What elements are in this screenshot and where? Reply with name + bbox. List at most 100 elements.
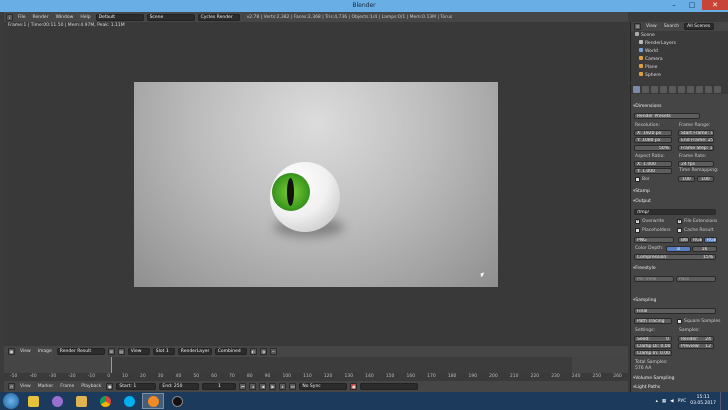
current-frame-field[interactable]: 1 (202, 383, 237, 390)
volume-sampling-section-header[interactable]: Volume Sampling (633, 375, 725, 382)
play-reverse-icon[interactable]: ◀ (259, 383, 267, 390)
taskbar-app[interactable] (166, 393, 188, 409)
outliner-item-scene[interactable]: Scene (635, 32, 655, 39)
overwrite-checkbox[interactable] (635, 218, 640, 224)
aspect-x-field[interactable]: X: 1.000 (634, 161, 672, 167)
taskbar-app[interactable] (70, 393, 92, 409)
close-button[interactable]: ✕ (702, 0, 728, 10)
network-icon[interactable]: ▦ (662, 399, 666, 404)
view-selector[interactable]: View (127, 348, 150, 355)
taskbar-app[interactable] (46, 393, 68, 409)
modifiers-tab-icon[interactable] (687, 85, 694, 93)
render-engine-selector[interactable]: Cycles Render (197, 13, 240, 21)
play-icon[interactable]: ▶ (269, 383, 277, 390)
output-path-field[interactable]: /tmp/ (634, 209, 716, 215)
auto-keying-icon[interactable]: ● (350, 383, 358, 390)
editor-type-icon[interactable]: ▣ (8, 348, 15, 355)
clamp-indirect-field[interactable]: Clamp In: 0.00 (634, 350, 672, 356)
freestyle-option-1[interactable]: Per View (634, 276, 674, 282)
outliner-item-renderlayers[interactable]: RenderLayers (639, 40, 676, 47)
show-desktop-button[interactable] (720, 392, 726, 410)
render-samples-field[interactable]: Render: 24 (678, 336, 714, 342)
placeholders-checkbox[interactable] (635, 228, 640, 233)
record-icon[interactable]: ● (106, 383, 114, 390)
render-pass-selector[interactable]: Combined (214, 348, 247, 355)
resolution-percent-field[interactable]: 50% (634, 145, 672, 151)
menu-view[interactable]: View (18, 349, 33, 354)
resolution-y-field[interactable]: Y: 1080 px (634, 137, 672, 143)
editor-type-icon[interactable]: i (6, 13, 13, 21)
remap-old-field[interactable]: 100 (678, 176, 695, 182)
jump-start-icon[interactable]: ⏮ (239, 383, 247, 390)
bw-toggle[interactable]: BW (678, 237, 689, 243)
minimize-button[interactable]: – (666, 0, 682, 10)
frame-step-field[interactable]: Frame Step: 1 (678, 145, 714, 151)
render-tab-icon[interactable] (633, 85, 640, 93)
stamp-section-header[interactable]: Stamp (633, 188, 725, 195)
display-channels-icon[interactable]: ◐ (249, 348, 257, 355)
render-layers-tab-icon[interactable] (642, 85, 649, 93)
prev-key-icon[interactable]: ◂ (249, 383, 257, 390)
layout-selector[interactable]: Default (95, 13, 144, 21)
next-key-icon[interactable]: ▸ (279, 383, 287, 390)
outliner-item-world[interactable]: World (639, 48, 658, 55)
editor-type-icon[interactable]: ☰ (634, 23, 641, 30)
menu-marker[interactable]: Marker (36, 384, 56, 389)
outliner-item-sphere[interactable]: Sphere (639, 72, 661, 79)
tray-arrow-icon[interactable]: ▴ (656, 399, 658, 404)
slot-selector[interactable]: Slot 1 (152, 348, 175, 355)
integrator-selector[interactable]: Path Tracing (634, 318, 672, 324)
menu-view[interactable]: View (644, 24, 659, 29)
image-selector[interactable]: Render Result (56, 348, 105, 355)
menu-view[interactable]: View (18, 384, 33, 389)
menu-playback[interactable]: Playback (79, 384, 103, 389)
material-tab-icon[interactable] (705, 85, 712, 93)
editor-type-icon[interactable]: ◷ (8, 383, 15, 390)
start-frame-field[interactable]: Start: 1 (116, 383, 157, 390)
image-browse-icon[interactable]: ▤ (117, 348, 125, 355)
jump-end-icon[interactable]: ⏭ (289, 383, 297, 390)
menu-window[interactable]: Window (54, 15, 76, 20)
display-alpha-icon[interactable]: ◑ (259, 348, 267, 355)
seed-field[interactable]: Seed: 0 (634, 336, 672, 342)
curve-icon[interactable]: ~ (269, 348, 277, 355)
outliner-item-camera[interactable]: Camera (639, 56, 663, 63)
square-samples-checkbox[interactable] (677, 319, 682, 324)
taskbar-app-blender[interactable] (142, 393, 164, 409)
output-section-header[interactable]: Output (633, 198, 725, 205)
menu-help[interactable]: Help (78, 15, 92, 20)
freestyle-option-2[interactable]: Pass (676, 276, 716, 282)
remap-new-field[interactable]: 100 (697, 176, 714, 182)
clock[interactable]: 15:11 03.05.2017 (690, 395, 716, 407)
taskbar-app[interactable] (118, 393, 140, 409)
volume-icon[interactable]: ◀ (670, 399, 673, 404)
clamp-direct-field[interactable]: Clamp Di: 0.00 (634, 343, 672, 349)
scene-tab-icon[interactable] (651, 85, 658, 93)
render-layer-selector[interactable]: RenderLayer (177, 348, 212, 355)
end-frame-field[interactable]: End Frame: 250 (678, 137, 714, 143)
render-presets-selector[interactable]: Render Presets (634, 113, 700, 119)
frame-rate-selector[interactable]: 24 fps (678, 161, 714, 167)
preview-samples-field[interactable]: Preview: 12 (678, 343, 714, 349)
menu-file[interactable]: File (16, 15, 28, 20)
timeline-editor[interactable]: -50 -40 -30 -20 -10 0 10 20 30 40 50 60 70 80 90 100 110… (4, 357, 628, 381)
compression-slider[interactable]: Compression: 15% (634, 254, 716, 260)
rgb-toggle[interactable]: RGB (690, 237, 703, 243)
aspect-y-field[interactable]: Y: 1.000 (634, 168, 672, 174)
pin-icon[interactable]: ⊞ (107, 348, 115, 355)
constraints-tab-icon[interactable] (678, 85, 685, 93)
menu-image[interactable]: Image (36, 349, 54, 354)
taskbar-app[interactable] (94, 393, 116, 409)
scene-selector[interactable]: Scene (146, 13, 195, 21)
timeline-ruler[interactable]: -50 -40 -30 -20 -10 0 10 20 30 40 50 60 70 80 90 100 110… (4, 373, 628, 381)
file-format-selector[interactable]: PNG (634, 237, 674, 243)
sampling-presets-selector[interactable]: Final (634, 308, 716, 314)
file-extensions-checkbox[interactable] (677, 218, 682, 224)
menu-search[interactable]: Search (662, 24, 681, 29)
texture-tab-icon[interactable] (714, 85, 721, 93)
dimensions-section-header[interactable]: Dimensions (633, 103, 725, 110)
outliner-item-plane[interactable]: Plane (639, 64, 657, 71)
border-checkbox[interactable] (635, 177, 640, 182)
freestyle-section-header[interactable]: Freestyle (633, 265, 725, 272)
world-tab-icon[interactable] (660, 85, 667, 93)
